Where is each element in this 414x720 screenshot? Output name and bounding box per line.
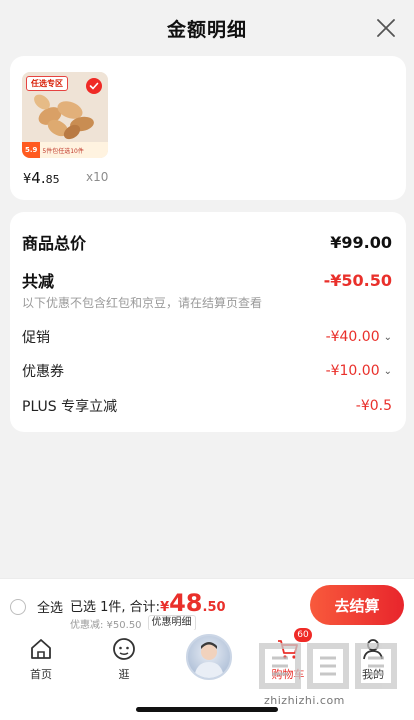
bottom-tab-bar: 首页 逛 购物车 60 我的 [0, 628, 414, 720]
discount-note: 以下优惠不包含红包和京豆，请在结算页查看 [22, 296, 263, 310]
promotion-amount: -¥40.00 [325, 329, 380, 345]
select-all[interactable]: 全选 [10, 597, 63, 616]
discount-summary: 优惠减: ¥50.50 优惠明细 [70, 615, 196, 631]
tab-me-label: 我的 [362, 668, 384, 681]
product-card: 任选专区 5.9 5件包任选10件 ¥4.85 x10 [10, 56, 406, 200]
order-total-currency: ¥ [160, 600, 170, 615]
select-all-label: 全选 [37, 601, 64, 616]
watermark-text: zhizhizhi.com [264, 694, 345, 707]
chevron-down-icon[interactable]: ⌄ [384, 332, 392, 343]
modal-header: 金额明细 [0, 0, 414, 56]
coupon-amount: -¥10.00 [325, 363, 380, 379]
total-row: 商品总价 ¥99.00 [22, 230, 392, 254]
unit-price: ¥4.85 [23, 169, 60, 187]
order-total: ¥48.50 [160, 589, 225, 617]
browse-face-icon [113, 638, 135, 660]
total-label: 商品总价 [22, 234, 87, 253]
total-value: ¥99.00 [330, 232, 392, 252]
select-all-radio[interactable] [10, 598, 26, 615]
plus-discount-value: -¥0.5 [355, 398, 392, 414]
tab-home-label: 首页 [30, 668, 52, 681]
unit-price-integer: 4. [31, 169, 46, 187]
cart-count-badge: 60 [294, 628, 312, 642]
coupon-row[interactable]: 优惠券 -¥10.00 ⌄ [22, 361, 392, 381]
home-indicator [136, 707, 278, 712]
checkout-button[interactable]: 去结算 [310, 585, 404, 625]
coupon-label: 优惠券 [22, 364, 64, 380]
price-breakdown-card: 商品总价 ¥99.00 共减 -¥50.50 以下优惠不包含红包和京豆，请在结算… [10, 212, 406, 432]
page-title: 金额明细 [166, 18, 247, 41]
live-avatar-button[interactable] [186, 634, 232, 680]
thumb-strip-text: 5件包任选10件 [42, 147, 84, 155]
unit-price-decimal: 85 [45, 173, 60, 186]
order-total-decimal: .50 [202, 600, 226, 615]
plus-discount-label: PLUS 专享立减 [22, 399, 118, 415]
chevron-down-icon[interactable]: ⌄ [384, 366, 392, 377]
tab-me[interactable]: 我的 [343, 636, 403, 682]
tab-browse[interactable]: 逛 [94, 636, 154, 682]
order-summary: 已选 1件, 合计: ¥48.50 [70, 589, 226, 617]
close-icon [377, 19, 395, 37]
selected-count-text: 已选 1件, 合计: [70, 600, 161, 615]
coupon-value: -¥10.00 ⌄ [326, 363, 392, 379]
product-tag: 任选专区 [26, 76, 68, 91]
close-button[interactable] [374, 16, 398, 40]
order-total-integer: 48 [169, 589, 203, 617]
discount-detail-button[interactable]: 优惠明细 [147, 615, 196, 631]
quantity-label: x10 [86, 170, 109, 184]
promotion-value: -¥40.00 ⌄ [326, 329, 392, 345]
home-icon [31, 639, 51, 659]
avatar [194, 642, 224, 678]
thumb-price: 5.9 [22, 142, 41, 158]
promotion-label: 促销 [22, 330, 50, 346]
tab-browse-label: 逛 [118, 668, 130, 681]
tab-cart-label: 购物车 [271, 668, 305, 681]
product-thumbnail[interactable]: 任选专区 5.9 5件包任选10件 [22, 72, 108, 158]
plus-discount-row: PLUS 专享立减 -¥0.5 [22, 396, 392, 416]
thumb-promo-strip: 5.9 5件包任选10件 [22, 142, 108, 158]
checkout-bar: 全选 已选 1件, 合计: ¥48.50 优惠减: ¥50.50 优惠明细 去结… [0, 578, 414, 631]
discount-sum: 优惠减: ¥50.50 [70, 619, 142, 631]
promotion-row[interactable]: 促销 -¥40.00 ⌄ [22, 327, 392, 347]
reduce-label: 共减 [22, 272, 55, 291]
profile-icon [363, 639, 383, 660]
reduce-row: 共减 -¥50.50 [22, 268, 392, 292]
tab-home[interactable]: 首页 [11, 636, 71, 682]
selected-check-icon[interactable] [86, 78, 102, 94]
tab-cart[interactable]: 购物车 [258, 636, 318, 682]
reduce-value: -¥50.50 [323, 270, 392, 290]
